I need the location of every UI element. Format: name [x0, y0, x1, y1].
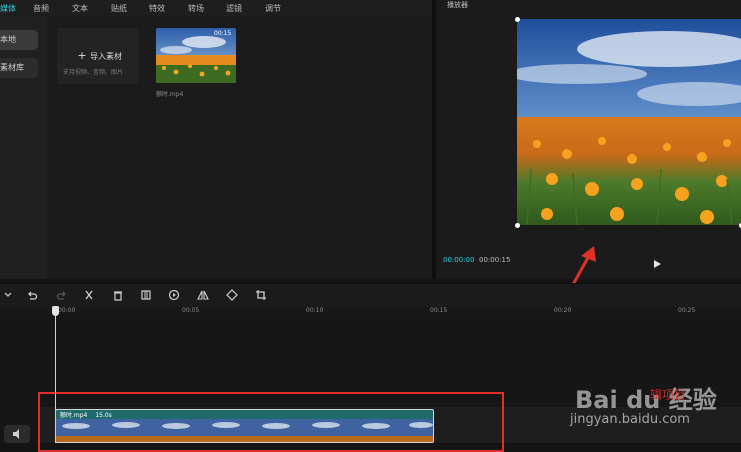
tab-text[interactable]: 文本	[72, 3, 88, 14]
reverse-play-icon[interactable]	[168, 289, 180, 301]
plus-icon: +	[77, 49, 87, 62]
tab-effects[interactable]: 特效	[149, 3, 165, 14]
total-time: 00:00:15	[479, 256, 511, 264]
tab-adjust[interactable]: 调节	[265, 3, 281, 14]
video-preview[interactable]	[517, 19, 741, 225]
tab-stickers[interactable]: 贴纸	[111, 3, 127, 14]
tab-transitions[interactable]: 转场	[188, 3, 204, 14]
mirror-icon[interactable]	[197, 289, 209, 301]
annotation-highlight-box	[38, 392, 504, 452]
playhead-handle[interactable]	[52, 306, 59, 316]
ruler-label: 00:25	[678, 307, 696, 314]
resize-handle-bottom-left[interactable]	[515, 223, 520, 228]
import-hint: 支持视频、音频、图片	[63, 69, 124, 76]
tab-audio[interactable]: 音频	[33, 3, 49, 14]
clip-duration: 00:15	[214, 30, 232, 37]
ruler-label: 00:05	[182, 307, 200, 314]
freeze-frame-icon[interactable]	[140, 289, 152, 301]
tab-media[interactable]: 媒体	[0, 3, 16, 14]
play-icon[interactable]	[652, 254, 662, 268]
clip-filename: 额时.mp4	[156, 91, 184, 98]
redo-icon[interactable]	[56, 289, 68, 301]
track-audio-toggle[interactable]	[4, 425, 30, 443]
tab-filters[interactable]: 滤镜	[226, 3, 242, 14]
sidebar-item-local[interactable]: 本地	[0, 30, 38, 50]
delete-icon[interactable]	[112, 289, 124, 301]
watermark-logo: Bai du 经验	[575, 386, 717, 414]
rotate-icon[interactable]	[226, 289, 238, 301]
crop-icon[interactable]	[255, 289, 267, 301]
split-icon[interactable]	[83, 289, 95, 301]
media-sidebar	[0, 17, 47, 279]
ruler-label: 00:15	[430, 307, 448, 314]
sidebar-item-library[interactable]: 素材库	[0, 58, 38, 78]
player-title: 播放器	[447, 1, 468, 9]
import-media-label: 导入素材	[90, 52, 122, 61]
timeline-ruler[interactable]	[0, 307, 741, 321]
resize-handle-top-left[interactable]	[515, 17, 520, 22]
undo-icon[interactable]	[26, 289, 38, 301]
speaker-icon	[13, 429, 19, 439]
media-tab-bar: 媒体 音频 文本 贴纸 特效 转场 滤镜 调节	[0, 0, 432, 17]
playhead-line[interactable]	[55, 308, 56, 443]
ruler-label: 00:00	[58, 307, 76, 314]
ruler-label: 00:20	[554, 307, 572, 314]
watermark-url: jingyan.baidu.com	[570, 412, 690, 427]
chevron-down-icon[interactable]	[2, 289, 14, 301]
current-time: 00:00:00	[443, 256, 475, 264]
annotation-text: 辑项目	[650, 388, 687, 402]
ruler-label: 00:10	[306, 307, 324, 314]
